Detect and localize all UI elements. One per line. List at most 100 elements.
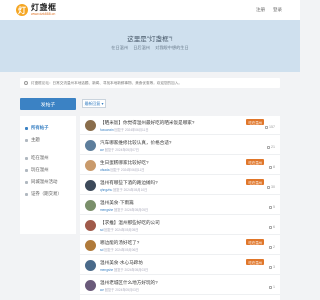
avatar[interactable] [85, 160, 96, 171]
post-author[interactable]: sd [100, 228, 103, 232]
post-meta: mengshe 回复于 2024年05月05日 [100, 207, 148, 212]
avatar[interactable] [85, 200, 96, 211]
reply-count-value: 3 [273, 265, 275, 269]
post-meta: sd 回复于 2024年05月06日 [100, 247, 138, 252]
post-list: 【晒米饭】你觉得温州最好吃的晒米饭是哪家? fuxuanxin 回复于 2024年… [80, 116, 280, 300]
post-time: 回复于 2024年05月05日 [114, 208, 149, 212]
reply-count: 2 [269, 245, 275, 249]
avatar[interactable] [85, 140, 96, 151]
post-time: 回复于 2024年05月07日 [104, 148, 139, 152]
reply-count-value: 8 [273, 165, 275, 169]
sidebar-item-label: 玩在温州 [31, 167, 49, 172]
post-author[interactable]: qhngzhu [100, 188, 112, 192]
grid-icon [25, 138, 28, 142]
avatar[interactable] [85, 180, 96, 191]
list-item[interactable]: 温州老城区什么地方好玩的? wz 回复于 2024年05月03日 1 [80, 276, 280, 295]
post-time: 回复于 2024年05月03日 [104, 288, 139, 292]
reply-count: 3 [269, 265, 275, 269]
avatar[interactable] [85, 240, 96, 251]
post-author[interactable]: wz [100, 288, 104, 292]
reply-count: 30 [267, 185, 275, 189]
post-meta: wz 回复于 2024年05月07日 [100, 147, 139, 152]
sidebar-item-label: 主题 [31, 137, 40, 142]
post-title[interactable]: 哪边能的汤好吃了? [100, 240, 139, 246]
list-item[interactable]: 【求推】温州那些好吃的公司 sd 回复于 2024年05月05日 6 [80, 216, 280, 235]
post-time: 回复于 2024年06月11日 [114, 128, 149, 132]
register-link[interactable]: 注册 [256, 7, 265, 13]
sidebar-item-topics[interactable]: 主题 [20, 134, 76, 146]
logo-icon: 灯 [16, 4, 28, 17]
category-badge[interactable]: 吃在温州 [246, 259, 264, 265]
reply-count-value: 21 [271, 145, 275, 149]
avatar[interactable] [85, 120, 96, 131]
sidebar-item-label: 同城温州活动 [31, 179, 58, 184]
sidebar-item-label: 所有帖子 [31, 125, 49, 130]
post-author[interactable]: wz [100, 148, 104, 152]
category-badge[interactable]: 吃在温州 [246, 179, 264, 185]
tag-icon [25, 168, 28, 172]
reply-count: 8 [269, 165, 275, 169]
list-item[interactable]: 温州美食·下雨篇 mengshe 回复于 2024年05月05日 5 [80, 196, 280, 215]
comment-icon [265, 125, 268, 129]
post-title[interactable]: 温州美食·水心马蹄坊 [100, 260, 143, 266]
hero-subtitle-part: 对我眼中想的生日 [155, 45, 189, 50]
info-icon [24, 81, 28, 85]
logo-title: 灯盏框 [31, 3, 57, 12]
new-post-button[interactable]: 发帖子 [20, 98, 76, 110]
reply-count: 6 [269, 225, 275, 229]
sort-dropdown[interactable]: 最新回复 ▾ [82, 99, 106, 108]
post-title[interactable]: 温州有哪些下酒的路边摊吗? [100, 180, 158, 186]
post-author[interactable]: fuxuanxin [100, 128, 114, 132]
reply-count-value: 157 [269, 125, 275, 129]
comment-icon [269, 265, 272, 269]
reply-count: 1 [269, 285, 275, 289]
tag-icon [25, 156, 28, 160]
account-links: 注册 登录 [256, 7, 282, 13]
post-author[interactable]: ufsada [100, 168, 110, 172]
sidebar-item-eat[interactable]: 吃在温州 [20, 152, 76, 164]
reply-count: 5 [269, 205, 275, 209]
post-meta: mengshe 回复于 2024年05月03日 [100, 267, 148, 272]
avatar[interactable] [85, 280, 96, 291]
post-title[interactable]: 【晒米饭】你觉得温州最好吃的晒米饭是哪家? [100, 120, 194, 126]
post-author[interactable]: sd [100, 248, 103, 252]
list-item[interactable]: 温州有哪些下酒的路边摊吗? qhngzhu 回复于 2024年05月10日 吃在温州… [80, 176, 280, 195]
reply-count-value: 6 [273, 225, 275, 229]
list-item[interactable]: 汽车哪家维修比较认真，价格合适? wz 回复于 2024年05月07日 21 [80, 136, 280, 155]
comment-icon [269, 285, 272, 289]
sidebar-item-label: 吃在温州 [31, 155, 49, 160]
category-badge[interactable]: 吃在温州 [246, 239, 264, 245]
list-item[interactable]: 生日蛋糕哪家比较好吃? ufsada 回复于 2024年06月11日 吃在温州 8 [80, 156, 280, 175]
sidebar-item-play[interactable]: 玩在温州 [20, 164, 76, 176]
post-title[interactable]: 温州美食·下雨篇 [100, 200, 134, 206]
post-title[interactable]: 【求推】温州那些好吃的公司 [100, 220, 160, 226]
top-header: 灯 灯盏框 www.dzk888.cn 注册 登录 [0, 0, 300, 20]
reply-count-value: 30 [271, 185, 275, 189]
hero-subtitle-part: 日后温州 [133, 45, 150, 50]
hero-title: 这里是"灯盏框"! [127, 36, 173, 43]
hero-banner: 这里是"灯盏框"! 在日温州 日后温州 对我眼中想的生日 [0, 20, 300, 72]
login-link[interactable]: 登录 [273, 7, 282, 13]
post-meta: wz 回复于 2024年05月03日 [100, 287, 139, 292]
sidebar-item-events[interactable]: 同城温州活动 [20, 176, 76, 188]
sidebar-item-stocks[interactable]: 证券（期交易） [20, 188, 76, 200]
post-meta: fuxuanxin 回复于 2024年06月11日 [100, 127, 149, 132]
reply-count-value: 1 [273, 285, 275, 289]
post-title[interactable]: 温州老城区什么地方好玩的? [100, 280, 158, 286]
comment-icon [267, 185, 270, 189]
post-author[interactable]: mengshe [100, 208, 113, 212]
site-logo[interactable]: 灯 灯盏框 www.dzk888.cn [16, 4, 57, 17]
avatar[interactable] [85, 260, 96, 271]
avatar[interactable] [85, 220, 96, 231]
post-title[interactable]: 汽车哪家维修比较认真，价格合适? [100, 140, 171, 146]
post-author[interactable]: mengshe [100, 268, 113, 272]
hero-subtitle-part: 在日温州 [111, 45, 129, 50]
sidebar-item-label: 证券（期交易） [31, 191, 62, 196]
list-item[interactable]: 【晒米饭】你觉得温州最好吃的晒米饭是哪家? fuxuanxin 回复于 2024年… [80, 116, 280, 135]
post-title[interactable]: 生日蛋糕哪家比较好吃? [100, 160, 149, 166]
list-item[interactable]: 温州美食·水心马蹄坊 mengshe 回复于 2024年05月03日 吃在温州 3 [80, 256, 280, 275]
list-item[interactable]: 哪边能的汤好吃了? sd 回复于 2024年05月06日 吃在温州 2 [80, 236, 280, 255]
category-badge[interactable]: 吃在温州 [246, 159, 264, 165]
category-badge[interactable]: 吃在温州 [246, 119, 264, 125]
sidebar-item-all-posts[interactable]: 所有帖子 [20, 122, 76, 134]
